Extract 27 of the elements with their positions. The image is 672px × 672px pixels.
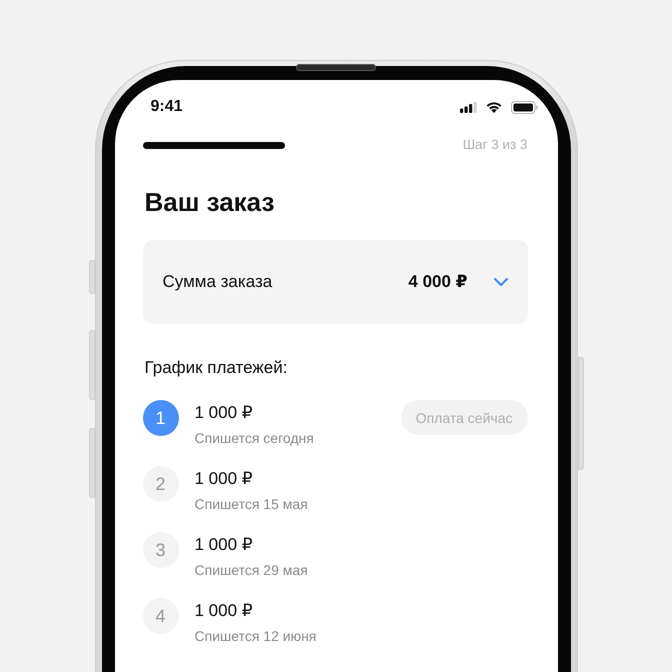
payment-date: Спишется сегодня xyxy=(194,430,314,446)
payment-number: 1 xyxy=(142,400,178,436)
payment-date: Спишется 29 мая xyxy=(194,562,308,578)
wifi-icon xyxy=(486,102,502,112)
order-sum-label: Сумма заказа xyxy=(162,271,274,293)
payment-date: Спишется 15 мая xyxy=(194,496,308,512)
phone-side-key xyxy=(88,428,94,498)
page-title: Ваш заказ xyxy=(144,186,276,218)
phone-side-key xyxy=(88,260,94,294)
payment-amount: 1 000 ₽ xyxy=(194,601,253,621)
payment-number: 2 xyxy=(142,466,178,502)
payment-amount: 1 000 ₽ xyxy=(194,403,253,423)
payment-number: 3 xyxy=(142,532,178,568)
step-label: Шаг 3 из 3 xyxy=(462,137,528,153)
signal-icon xyxy=(460,102,476,112)
schedule-heading: График платежей: xyxy=(144,357,288,379)
battery-icon xyxy=(510,100,538,114)
order-sum-card[interactable]: Сумма заказа 4 000 ₽ xyxy=(142,240,528,324)
pay-now-badge: Оплата сейчас xyxy=(400,400,528,435)
payment-amount: 1 000 ₽ xyxy=(194,535,253,555)
payment-number: 4 xyxy=(142,598,178,634)
phone-side-key xyxy=(88,330,94,400)
status-time: 9:41 xyxy=(150,97,183,117)
order-sum-value: 4 000 ₽ xyxy=(408,271,468,293)
chevron-icon[interactable] xyxy=(494,278,508,286)
payment-date: Спишется 12 июня xyxy=(194,628,316,644)
payment-amount: 1 000 ₽ xyxy=(194,469,253,489)
